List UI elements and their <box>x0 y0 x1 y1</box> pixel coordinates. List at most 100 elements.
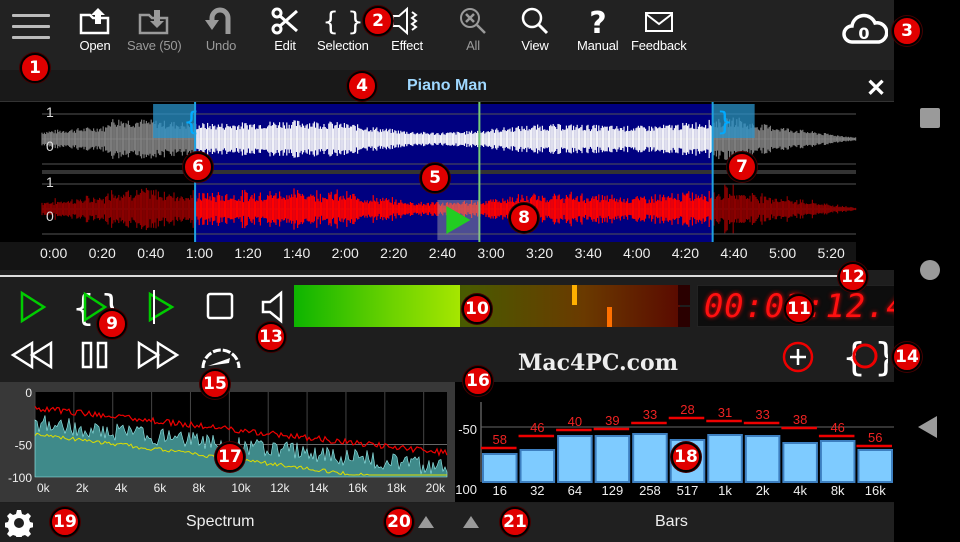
bar-category-label: 16k <box>865 483 886 498</box>
bars-y-tick-label: -50 <box>458 422 477 437</box>
bar-category-label: 517 <box>677 483 699 498</box>
gear-icon[interactable] <box>5 509 33 537</box>
add-marker-button[interactable] <box>781 340 815 374</box>
fast-forward-button[interactable] <box>136 340 180 370</box>
open-button[interactable]: Open <box>78 6 112 53</box>
zoom-all-button[interactable]: All <box>458 6 488 53</box>
callout-badge: 2 <box>363 6 393 36</box>
effect-button[interactable]: Effect <box>390 6 424 53</box>
cloud-sync-button[interactable]: 0 <box>842 12 889 51</box>
time-tick-label: 2:40 <box>428 245 457 261</box>
ch1-y-max-label: 1 <box>46 104 54 120</box>
zoom-reset-icon <box>460 8 486 34</box>
bars-expand-arrow-icon[interactable] <box>463 516 479 528</box>
bar-peak-label: 56 <box>868 430 882 445</box>
playback-speed-button[interactable] <box>198 338 244 372</box>
bar-category-label: 64 <box>568 483 582 498</box>
edit-button[interactable]: Edit <box>270 6 300 53</box>
time-tick-label: 1:40 <box>282 245 311 261</box>
main-toolbar: Open Save (50) Undo Edit { } Selection E… <box>0 0 894 70</box>
bar <box>519 449 556 483</box>
bar-peak-label: 28 <box>680 402 694 417</box>
time-tick-label: 4:40 <box>720 245 748 261</box>
bar-peak-label: 38 <box>793 412 807 427</box>
selection-button[interactable]: { } Selection <box>317 6 369 53</box>
back-icon[interactable] <box>918 416 937 438</box>
close-file-button[interactable]: ✕ <box>866 74 886 103</box>
svg-text:{: { <box>72 288 95 328</box>
braces-icon: { } <box>323 7 363 36</box>
svg-text:?: ? <box>589 6 606 36</box>
spectrum-x-tick-label: 20k <box>426 481 446 495</box>
time-tick-label: 2:00 <box>331 245 359 261</box>
callout-badge: 8 <box>509 203 539 233</box>
bar-category-label: 2k <box>756 483 770 498</box>
bar-peak-label: 31 <box>718 405 732 420</box>
manual-button[interactable]: ? Manual <box>577 6 619 53</box>
callout-badge: 15 <box>200 369 230 399</box>
rewind-button[interactable] <box>10 340 54 370</box>
view-button[interactable]: View <box>520 6 550 53</box>
clip-indicator <box>678 285 690 327</box>
bar <box>594 435 631 483</box>
time-tick-label: 1:20 <box>234 245 262 261</box>
spectrum-y-tick-label: 0 <box>25 386 32 400</box>
ch1-y-zero-label: 0 <box>46 138 54 154</box>
spectrum-expand-arrow-icon[interactable] <box>418 516 434 528</box>
undo-button[interactable]: Undo <box>204 6 238 53</box>
pause-button[interactable] <box>80 340 110 370</box>
bar <box>632 433 668 483</box>
level-peak-marker <box>571 285 577 305</box>
feedback-button[interactable]: Feedback <box>631 6 687 53</box>
record-selection-button[interactable]: {} <box>842 334 888 378</box>
bar-peak-label: 33 <box>643 407 657 422</box>
rewind-icon <box>10 340 53 370</box>
callout-badge: 14 <box>892 342 922 372</box>
bar-category-label: 16 <box>493 483 507 498</box>
bars-chart: -50 -100 58 16 46 32 40 64 39 129 33 258 28 517 31 1k 33… <box>451 402 894 498</box>
hamburger-menu-icon[interactable] <box>12 14 50 44</box>
cloud-icon: 0 <box>842 13 889 44</box>
recent-apps-icon[interactable] <box>920 108 940 128</box>
callout-badge: 20 <box>384 507 414 537</box>
callout-badge: 5 <box>420 163 450 193</box>
play-button[interactable] <box>18 290 48 324</box>
callout-badge: 6 <box>183 152 213 182</box>
callout-badge: 1 <box>20 53 50 83</box>
bar <box>744 435 781 483</box>
callout-badge: 12 <box>838 262 868 292</box>
time-ruler[interactable]: 0:00 0:20 0:40 1:00 1:20 1:40 2:00 2:20 2:40 3:00… <box>0 242 856 270</box>
spectrum-x-tick-label: 16k <box>348 481 368 495</box>
android-nav-bar <box>894 0 960 542</box>
scissors-icon <box>271 7 298 35</box>
spectrum-label: Spectrum <box>186 513 255 530</box>
selection-end-brace-icon: } <box>717 107 734 137</box>
time-tick-label: 4:00 <box>623 245 651 261</box>
callout-badge: 7 <box>727 152 757 182</box>
selection-start-brace-icon: { <box>183 107 200 137</box>
stop-icon <box>206 292 234 320</box>
stop-button[interactable] <box>206 292 234 320</box>
time-tick-label: 0:00 <box>40 245 68 261</box>
callout-badge: 10 <box>462 294 492 324</box>
callout-badge: 17 <box>215 442 245 472</box>
spectrum-x-tick-label: 0k <box>37 481 51 495</box>
spectrum-x-tick-label: 6k <box>154 481 168 495</box>
time-tick-label: 5:20 <box>817 245 845 261</box>
save-button[interactable]: Save (50) <box>127 6 182 53</box>
play-icon <box>20 290 47 324</box>
volume-button[interactable] <box>260 290 288 324</box>
panel-divider[interactable] <box>0 275 850 277</box>
callout-badge: 18 <box>671 442 701 472</box>
time-tick-label: 3:40 <box>574 245 602 261</box>
time-tick-label: 3:20 <box>525 245 554 261</box>
bar <box>707 434 743 483</box>
cloud-count: 0 <box>858 24 869 43</box>
home-icon[interactable] <box>920 260 940 280</box>
speedometer-icon <box>208 358 230 366</box>
level-meter-fill <box>294 285 460 327</box>
bar-category-label: 258 <box>639 483 661 498</box>
play-from-cursor-button[interactable] <box>144 288 176 326</box>
spectrum-y-tick-label: -100 <box>8 471 32 485</box>
bar-peak-label: 33 <box>755 407 769 422</box>
